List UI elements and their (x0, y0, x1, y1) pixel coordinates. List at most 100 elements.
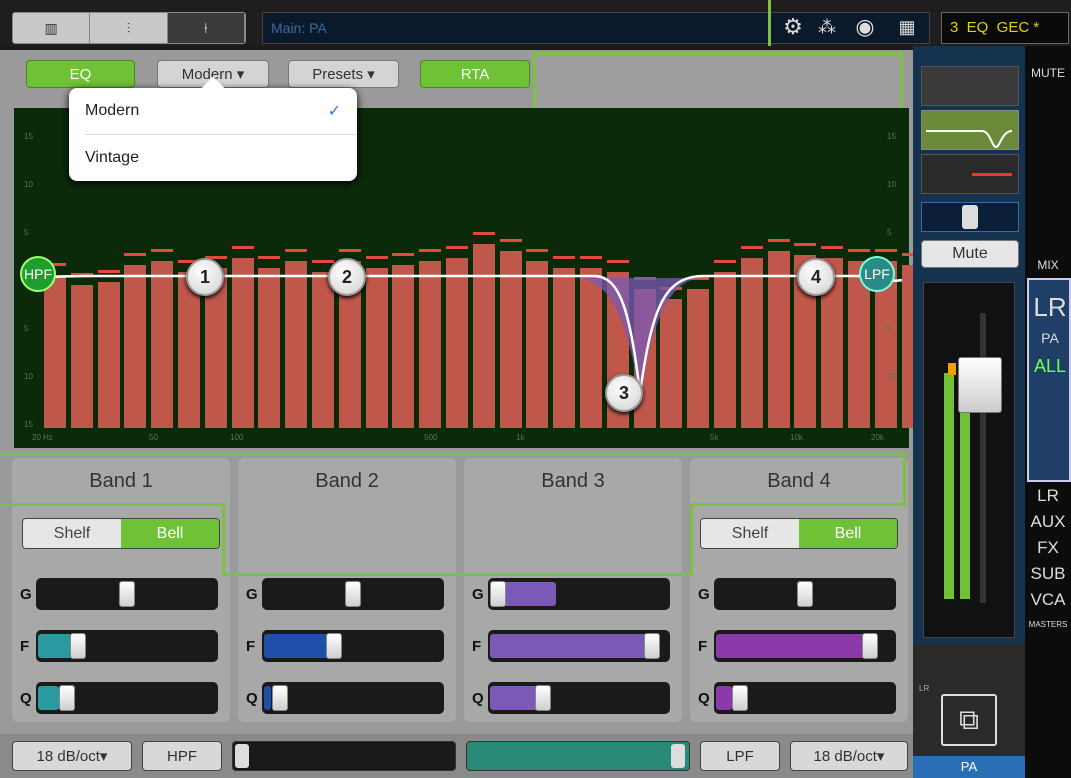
band-node-2[interactable]: 2 (328, 258, 366, 296)
routing-icon[interactable]: ⁂ (812, 12, 842, 42)
shelf-option[interactable]: Shelf (23, 519, 121, 548)
gain-slider[interactable]: G (472, 578, 672, 610)
freq-fill (490, 634, 658, 658)
lpf-slope-dropdown[interactable]: 18 dB/oct▾ (790, 741, 908, 771)
type-fx[interactable]: FX (1025, 538, 1071, 558)
freq-slider[interactable]: F (472, 630, 672, 662)
q-slider[interactable]: Q (472, 682, 672, 714)
q-thumb[interactable] (732, 685, 749, 711)
fader-view-icon[interactable]: ⍿ (167, 13, 245, 43)
lpf-toggle-button[interactable]: LPF (700, 741, 780, 771)
band-node-3[interactable]: 3 (605, 374, 643, 412)
freq-fill (716, 634, 875, 658)
fader-area[interactable] (923, 282, 1015, 638)
pan-control[interactable] (921, 202, 1019, 232)
band-2-panel: Band 2 G F Q (238, 458, 456, 722)
gain-slider[interactable]: G (246, 578, 446, 610)
freq-thumb[interactable] (643, 633, 660, 659)
eq-preview-icon[interactable] (921, 110, 1019, 150)
mix-select-panel[interactable]: LR PA ALL (1027, 278, 1071, 482)
pan-thumb[interactable] (962, 205, 978, 229)
band-node-1[interactable]: 1 (186, 258, 224, 296)
type-vca[interactable]: VCA (1025, 590, 1071, 610)
gain-thumb[interactable] (490, 581, 506, 607)
type-sub[interactable]: SUB (1025, 564, 1071, 584)
eq-thumbnail-icon (926, 130, 1013, 149)
gain-slider[interactable]: G (698, 578, 898, 610)
q-thumb[interactable] (535, 685, 552, 711)
channel-preview-icon[interactable] (921, 66, 1019, 106)
meter-left (944, 373, 954, 599)
q-slider[interactable]: Q (246, 682, 446, 714)
callout-line (222, 573, 693, 576)
freq-thumb[interactable] (325, 633, 342, 659)
presets-dropdown[interactable]: Presets ▾ (288, 60, 399, 88)
masters-label[interactable]: MASTERS (1025, 620, 1071, 629)
mixer-view-icon[interactable]: ⫶ (90, 13, 168, 43)
lpf-freq-slider[interactable] (466, 741, 690, 771)
q-label: Q (472, 690, 484, 707)
menu-item-vintage[interactable]: Vintage (85, 149, 139, 167)
record-icon[interactable]: ◉ (850, 12, 880, 42)
freq-slider[interactable]: F (246, 630, 446, 662)
bell-option[interactable]: Bell (121, 519, 219, 548)
hpf-handle[interactable]: HPF (20, 256, 56, 292)
lpf-handle[interactable]: LPF (859, 256, 895, 292)
lpf-slider-thumb[interactable] (671, 744, 685, 768)
freq-label: F (246, 638, 256, 655)
freq-thumb[interactable] (70, 633, 87, 659)
freq-thumb[interactable] (861, 633, 878, 659)
freq-label: F (20, 638, 30, 655)
band-title: Band 2 (315, 470, 379, 492)
meter-right (960, 393, 970, 599)
menu-item-modern[interactable]: Modern (85, 102, 139, 120)
q-slider[interactable]: Q (20, 682, 220, 714)
gain-slider[interactable]: G (20, 578, 220, 610)
fader-thumb[interactable] (958, 357, 1002, 413)
gain-thumb[interactable] (797, 581, 813, 607)
view-switcher: ▥ ⫶ ⍿ (12, 12, 246, 44)
shelf-option[interactable]: Shelf (701, 519, 799, 548)
callout-line (0, 453, 906, 456)
hpf-toggle-button[interactable]: HPF (142, 741, 222, 771)
band-title: Band 4 (767, 470, 831, 492)
lr-tag: LR (919, 684, 930, 693)
gain-thumb[interactable] (119, 581, 135, 607)
grid-view-icon[interactable]: ▥ (13, 13, 91, 43)
scene-indicator[interactable]: 3 EQ GEC * (941, 12, 1069, 44)
hpf-freq-slider[interactable] (232, 741, 456, 771)
band-1-shape-toggle[interactable]: Shelf Bell (22, 518, 220, 549)
bell-option[interactable]: Bell (799, 519, 897, 548)
band-node-4[interactable]: 4 (797, 258, 835, 296)
q-slider[interactable]: Q (698, 682, 898, 714)
dynamics-preview-icon[interactable] (921, 154, 1019, 194)
gear-icon[interactable]: ⚙ (778, 12, 808, 42)
eq-toggle-button[interactable]: EQ (26, 60, 135, 88)
freq-label: F (698, 638, 708, 655)
q-thumb[interactable] (272, 685, 289, 711)
hpf-slope-dropdown[interactable]: 18 dB/oct▾ (12, 741, 132, 771)
callout-line (903, 453, 906, 505)
freq-label: F (472, 638, 482, 655)
callout-line (222, 503, 225, 575)
q-thumb[interactable] (59, 685, 76, 711)
gain-label: G (472, 586, 484, 603)
type-lr[interactable]: LR (1025, 486, 1071, 506)
rta-toggle-button[interactable]: RTA (420, 60, 530, 88)
mute-groups-label: MUTE (1031, 66, 1065, 80)
callout-line (690, 503, 693, 575)
freq-slider[interactable]: F (20, 630, 220, 662)
q-fill (38, 686, 60, 710)
band-1-panel: Band 1 Shelf Bell G F Q (12, 458, 230, 722)
band-4-shape-toggle[interactable]: Shelf Bell (700, 518, 898, 549)
gain-thumb[interactable] (345, 581, 361, 607)
mute-button[interactable]: Mute (921, 240, 1019, 268)
eq-curve (21, 274, 903, 394)
hpf-slider-thumb[interactable] (235, 744, 249, 768)
q-label: Q (20, 690, 32, 707)
type-aux[interactable]: AUX (1025, 512, 1071, 532)
keyboard-icon[interactable]: ▦ (892, 12, 922, 42)
channel-strip: Mute LR ⧉ PA (913, 46, 1025, 778)
freq-slider[interactable]: F (698, 630, 898, 662)
band-3-panel: Band 3 G F Q (464, 458, 682, 722)
